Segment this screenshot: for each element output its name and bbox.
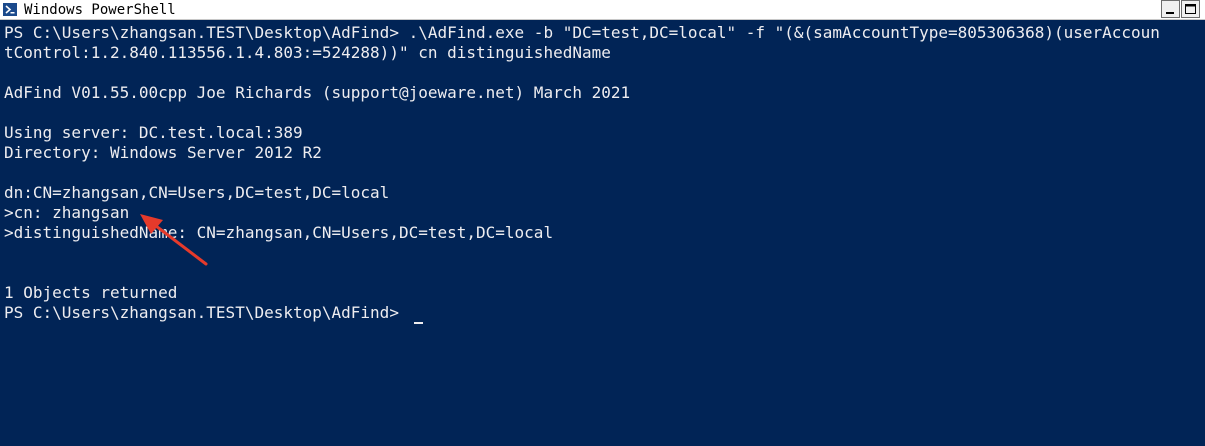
console-line: 1 Objects returned bbox=[4, 283, 178, 302]
annotation-arrow bbox=[140, 214, 208, 266]
window-title: Windows PowerShell bbox=[24, 2, 176, 18]
console-line: Directory: Windows Server 2012 R2 bbox=[4, 143, 322, 162]
console-line: tControl:1.2.840.113556.1.4.803:=524288)… bbox=[4, 43, 611, 62]
title-bar[interactable]: Windows PowerShell bbox=[0, 0, 1205, 20]
powershell-window: Windows PowerShell PS C:\Users\zhangsan.… bbox=[0, 0, 1205, 446]
maximize-button[interactable] bbox=[1181, 0, 1200, 18]
console-line: AdFind V01.55.00cpp Joe Richards (suppor… bbox=[4, 83, 631, 102]
console-line: >distinguishedName: CN=zhangsan,CN=Users… bbox=[4, 223, 554, 242]
console-line: PS C:\Users\zhangsan.TEST\Desktop\AdFind… bbox=[4, 303, 399, 322]
maximize-icon bbox=[1185, 4, 1196, 14]
minimize-button[interactable] bbox=[1161, 0, 1180, 18]
console-line: >cn: zhangsan bbox=[4, 203, 130, 222]
console-line: PS C:\Users\zhangsan.TEST\Desktop\AdFind… bbox=[4, 23, 1160, 42]
minimize-icon bbox=[1166, 12, 1174, 14]
text-cursor bbox=[414, 322, 423, 324]
console-line: Using server: DC.test.local:389 bbox=[4, 123, 303, 142]
powershell-icon bbox=[3, 3, 17, 16]
console-line: dn:CN=zhangsan,CN=Users,DC=test,DC=local bbox=[4, 183, 390, 202]
